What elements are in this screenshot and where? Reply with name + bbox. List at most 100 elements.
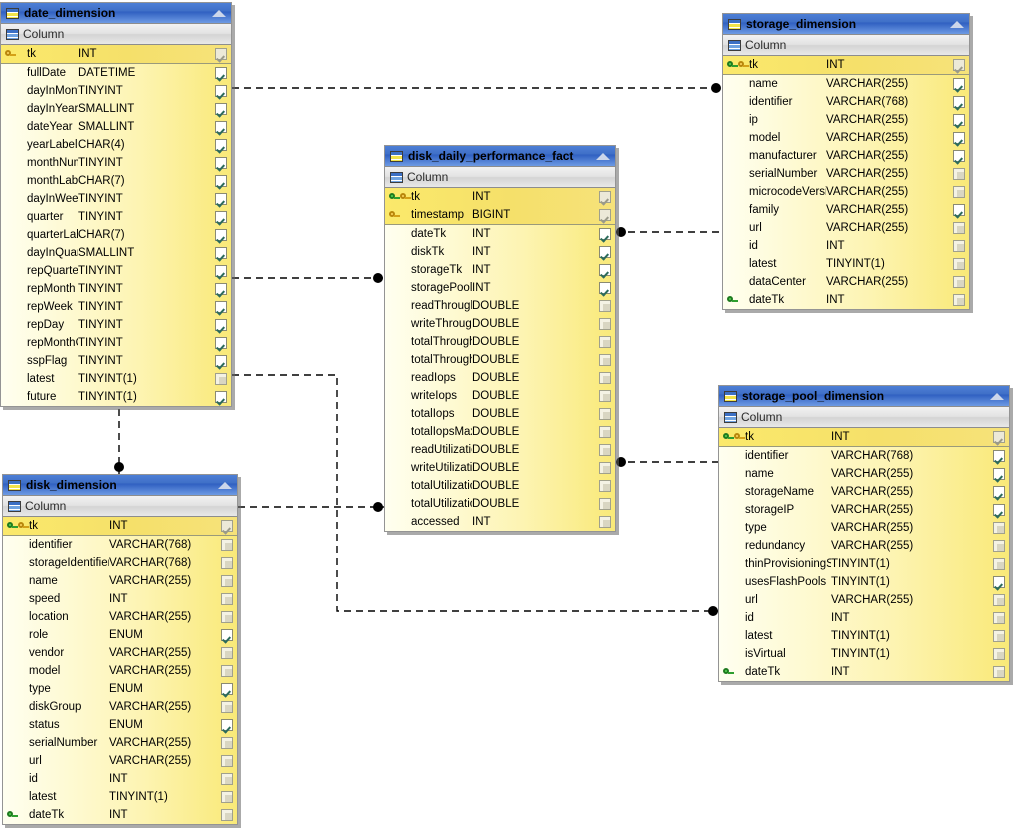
column-checkbox[interactable] [598,228,611,240]
column-checkbox[interactable] [214,193,227,205]
column-checkbox[interactable] [214,319,227,331]
table-storage_dimension[interactable]: storage_dimension Column tk INT name VARCHAR(… [722,13,970,310]
column-row[interactable]: totalUtilizationMaxDOUBLE [385,495,615,513]
column-checkbox[interactable] [214,301,227,313]
column-row[interactable]: location VARCHAR(255) [3,608,237,626]
column-row[interactable]: name VARCHAR(255) [719,465,1009,483]
column-checkbox[interactable] [220,683,233,695]
column-checkbox[interactable] [220,539,233,551]
column-row[interactable]: status ENUM [3,716,237,734]
column-row[interactable]: dateTk INT [719,663,1009,681]
column-row[interactable]: totalIops DOUBLE [385,405,615,423]
column-checkbox[interactable] [598,246,611,258]
column-checkbox[interactable] [598,264,611,276]
column-checkbox[interactable] [220,791,233,803]
column-row[interactable]: tk INT [385,188,615,206]
table-date_dimension[interactable]: date_dimension Column tk INT fullDate DATETIM… [0,2,232,407]
column-row[interactable]: name VARCHAR(255) [723,75,969,93]
column-row[interactable]: quarter TINYINT [1,208,231,226]
column-checkbox[interactable] [992,486,1005,498]
column-checkbox[interactable] [952,150,965,162]
column-checkbox[interactable] [992,576,1005,588]
column-row[interactable]: tk INT [723,56,969,74]
column-checkbox[interactable] [992,594,1005,606]
column-checkbox[interactable] [992,648,1005,660]
column-checkbox[interactable] [220,647,233,659]
column-row[interactable]: tk INT [3,517,237,535]
column-row[interactable]: readUtilizationDOUBLE [385,441,615,459]
column-checkbox[interactable] [598,336,611,348]
column-row[interactable]: repDay TINYINT [1,316,231,334]
column-checkbox[interactable] [214,85,227,97]
column-checkbox[interactable] [220,719,233,731]
column-checkbox[interactable] [214,229,227,241]
column-checkbox[interactable] [952,186,965,198]
column-row[interactable]: microcodeVersionVARCHAR(255) [723,183,969,201]
column-row[interactable]: type ENUM [3,680,237,698]
collapse-arrow-icon[interactable] [990,392,1005,401]
table-titlebar[interactable]: disk_daily_performance_fact [385,146,615,167]
column-row[interactable]: url VARCHAR(255) [3,752,237,770]
column-row[interactable]: name VARCHAR(255) [3,572,237,590]
column-row[interactable]: dayInWeekNumTINYINT [1,190,231,208]
column-row[interactable]: tk INT [1,45,231,63]
table-titlebar[interactable]: storage_dimension [723,14,969,35]
column-row[interactable]: url VARCHAR(255) [719,591,1009,609]
column-row[interactable]: isVirtual TINYINT(1) [719,645,1009,663]
column-row[interactable]: dateTk INT [723,291,969,309]
column-checkbox[interactable] [598,191,611,203]
column-checkbox[interactable] [992,666,1005,678]
column-checkbox[interactable] [220,520,233,532]
column-checkbox[interactable] [952,59,965,71]
column-row[interactable]: totalUtilizationDOUBLE [385,477,615,495]
column-checkbox[interactable] [214,121,227,133]
column-row[interactable]: identifier VARCHAR(768) [723,93,969,111]
column-row[interactable]: identifier VARCHAR(768) [3,536,237,554]
column-row[interactable]: accessed INT [385,513,615,531]
column-checkbox[interactable] [220,593,233,605]
column-checkbox[interactable] [598,408,611,420]
column-row[interactable]: dayInMonthTINYINT [1,82,231,100]
column-row[interactable]: writeUtilizationDOUBLE [385,459,615,477]
column-checkbox[interactable] [220,701,233,713]
column-checkbox[interactable] [598,426,611,438]
column-row[interactable]: monthLabelCHAR(7) [1,172,231,190]
column-checkbox[interactable] [992,431,1005,443]
table-titlebar[interactable]: date_dimension [1,3,231,24]
column-row[interactable]: latest TINYINT(1) [723,255,969,273]
table-disk_dimension[interactable]: disk_dimension Column tk INT identifier VARCH… [2,474,238,825]
column-checkbox[interactable] [220,575,233,587]
column-row[interactable]: tk INT [719,428,1009,446]
column-row[interactable]: dateTk INT [385,225,615,243]
column-row[interactable]: speed INT [3,590,237,608]
column-checkbox[interactable] [220,773,233,785]
column-row[interactable]: totalThroughputMaxDOUBLE [385,351,615,369]
table-titlebar[interactable]: disk_dimension [3,475,237,496]
collapse-arrow-icon[interactable] [950,20,965,29]
column-row[interactable]: redundancy VARCHAR(255) [719,537,1009,555]
column-row[interactable]: totalIopsMax DOUBLE [385,423,615,441]
column-checkbox[interactable] [598,354,611,366]
column-checkbox[interactable] [992,558,1005,570]
column-row[interactable]: storageIP VARCHAR(255) [719,501,1009,519]
column-row[interactable]: fullDate DATETIME [1,64,231,82]
column-row[interactable]: timestamp BIGINT [385,206,615,224]
table-storage_pool_dimension[interactable]: storage_pool_dimension Column tk INT identif… [718,385,1010,682]
column-row[interactable]: identifier VARCHAR(768) [719,447,1009,465]
column-checkbox[interactable] [598,516,611,528]
column-row[interactable]: repWeek TINYINT [1,298,231,316]
column-row[interactable]: id INT [3,770,237,788]
column-checkbox[interactable] [992,468,1005,480]
column-checkbox[interactable] [992,630,1005,642]
column-checkbox[interactable] [992,450,1005,462]
column-checkbox[interactable] [220,755,233,767]
column-row[interactable]: totalThroughputDOUBLE [385,333,615,351]
column-checkbox[interactable] [598,282,611,294]
column-row[interactable]: latest TINYINT(1) [1,370,231,388]
column-row[interactable]: vendor VARCHAR(255) [3,644,237,662]
column-checkbox[interactable] [214,48,227,60]
column-row[interactable]: diskGroup VARCHAR(255) [3,698,237,716]
column-row[interactable]: role ENUM [3,626,237,644]
column-row[interactable]: latest TINYINT(1) [3,788,237,806]
column-checkbox[interactable] [992,504,1005,516]
